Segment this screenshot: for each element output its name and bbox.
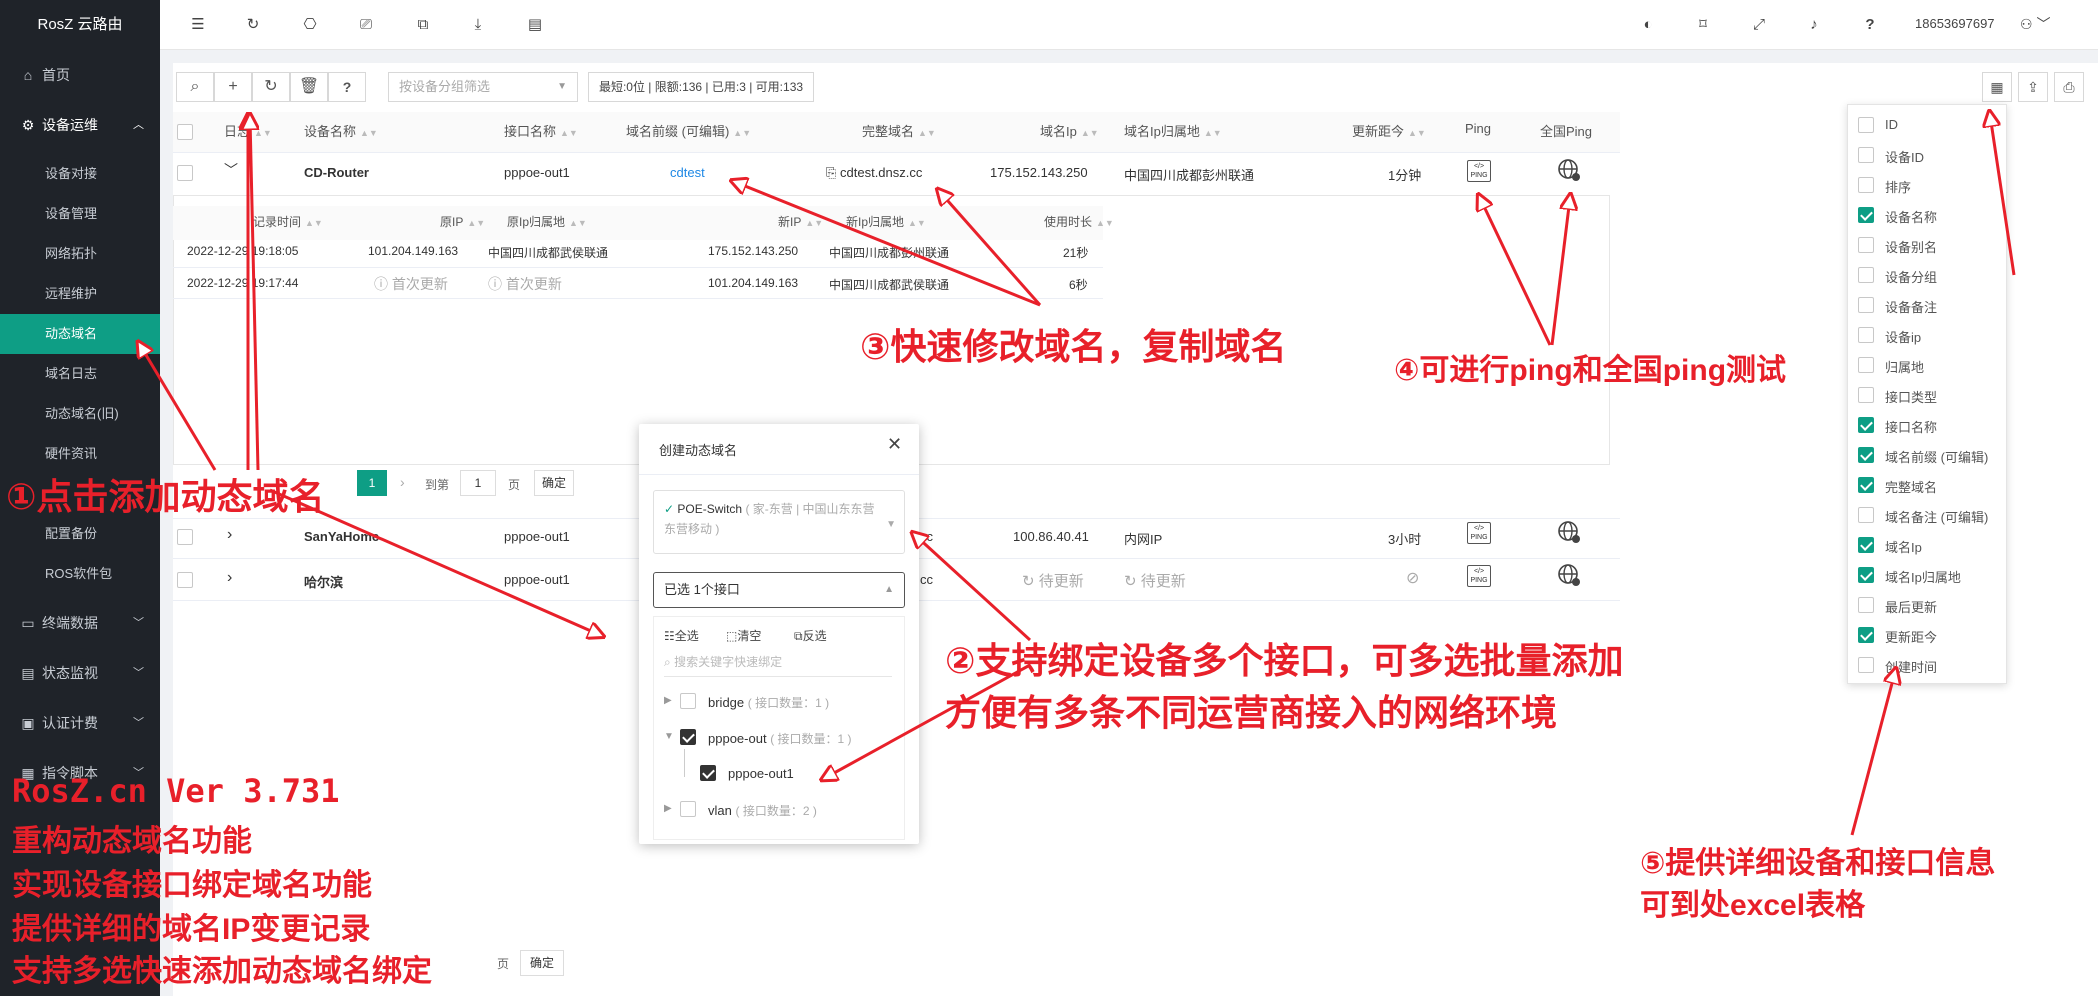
annotation-5-line2: 可到处excel表格: [1640, 889, 1866, 922]
arrow-a2-device: [915, 535, 1032, 642]
arrow-a1-nav: [140, 345, 217, 471]
arrow-a4-ping: [1480, 198, 1552, 346]
release-note-1: 重构动态域名功能: [12, 825, 252, 858]
arrow-a1-log: [250, 118, 260, 471]
arrow-a4-globe: [1550, 198, 1570, 346]
arrow-a3-full: [940, 192, 1042, 306]
release-note-2: 实现设备接口绑定域名功能: [12, 869, 372, 902]
annotation-5-line1: ⑤提供详细设备和接口信息: [1640, 847, 1996, 880]
annotation-2-line2: 方便有多条不同运营商接入的网络环境: [945, 692, 1558, 733]
release-note-4: 支持多选快速添加动态域名绑定: [12, 955, 432, 988]
version-label: RosZ.cn Ver 3.731: [12, 772, 340, 810]
annotation-3: ③快速修改域名，复制域名: [860, 326, 1287, 367]
release-note-3: 提供详细的域名IP变更记录: [12, 913, 371, 946]
arrow-a5-top: [1990, 115, 2016, 276]
arrow-a5-bottom: [1850, 672, 1895, 836]
annotation-1: ①点击添加动态域名: [6, 476, 325, 517]
arrow-a3-prefix: [735, 182, 1041, 307]
annotation-2-line1: ②支持绑定设备多个接口，可多选批量添加: [945, 640, 1624, 681]
annotation-4: ④可进行ping和全国ping测试: [1394, 354, 1787, 387]
